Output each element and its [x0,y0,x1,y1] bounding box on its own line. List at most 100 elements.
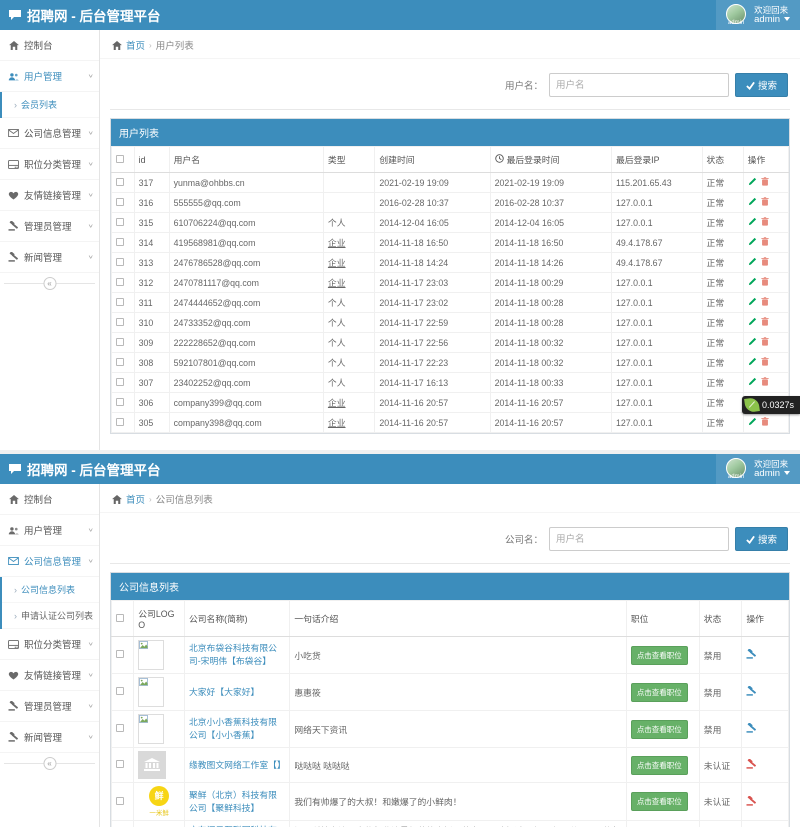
edit-pencil-icon[interactable] [748,297,757,308]
username-cell: 24733352@qq.com [169,313,323,333]
delete-trash-icon[interactable] [761,277,769,288]
gavel-icon [8,221,19,231]
view-positions-button[interactable]: 点击查看职位 [631,792,688,811]
row-checkbox[interactable] [116,650,124,658]
type-value[interactable]: 企业 [328,398,346,408]
sidebar-item-4[interactable]: 友情链接管理˅ [0,180,99,211]
edit-pencil-icon[interactable] [748,257,757,268]
sidebar-item-2[interactable]: 公司信息管理˅ [0,546,99,577]
gavel-icon[interactable] [746,688,757,698]
sidebar-item-3[interactable]: 职位分类管理˅ [0,629,99,660]
sidebar-item-4[interactable]: 友情链接管理˅ [0,660,99,691]
row-checkbox[interactable] [116,338,124,346]
check-icon [746,81,755,90]
delete-trash-icon[interactable] [761,317,769,328]
sidebar-item-2[interactable]: 公司信息管理˅ [0,118,99,149]
type-value[interactable]: 企业 [328,258,346,268]
edit-pencil-icon[interactable] [748,357,757,368]
delete-trash-icon[interactable] [761,377,769,388]
edit-pencil-icon[interactable] [748,217,757,228]
row-checkbox[interactable] [116,278,124,286]
sidebar-item-0[interactable]: 控制台 [0,484,99,515]
row-checkbox[interactable] [116,298,124,306]
user-menu[interactable]: admin 欢迎回来 admin [716,454,800,484]
row-checkbox[interactable] [116,418,124,426]
search-input[interactable] [549,73,729,97]
row-checkbox[interactable] [116,358,124,366]
view-positions-button[interactable]: 点击查看职位 [631,683,688,702]
edit-pencil-icon[interactable] [748,277,757,288]
row-checkbox[interactable] [116,198,124,206]
gavel-icon[interactable] [746,651,757,661]
sidebar-item-6[interactable]: 新闻管理˅ [0,722,99,753]
search-input[interactable] [549,527,729,551]
view-positions-button[interactable]: 点击查看职位 [631,720,688,739]
edit-pencil-icon[interactable] [748,417,757,428]
type-value[interactable]: 企业 [328,278,346,288]
row-checkbox[interactable] [116,797,124,805]
breadcrumb-home-link[interactable]: 首页 [126,38,145,52]
sidebar-item-1[interactable]: 用户管理˅ [0,61,99,92]
delete-trash-icon[interactable] [761,357,769,368]
row-checkbox[interactable] [116,258,124,266]
company-name-link[interactable]: 北京小小香蕉科技有限公司【小小香蕉】 [189,717,277,740]
delete-trash-icon[interactable] [761,337,769,348]
sidebar-subitem[interactable]: 会员列表 [2,92,99,118]
company-name-link[interactable]: 缘教图文网络工作室【】 [189,760,286,770]
sidebar-collapse-divider: « [4,763,95,764]
delete-trash-icon[interactable] [761,257,769,268]
delete-trash-icon[interactable] [761,297,769,308]
gavel-icon[interactable] [746,798,757,808]
edit-pencil-icon[interactable] [748,377,757,388]
delete-trash-icon[interactable] [761,217,769,228]
row-checkbox[interactable] [116,378,124,386]
gavel-icon[interactable] [746,761,757,771]
select-all-checkbox[interactable] [116,155,124,163]
breadcrumb-current: 用户列表 [156,38,194,52]
delete-trash-icon[interactable] [761,197,769,208]
view-positions-button[interactable]: 点击查看职位 [631,646,688,665]
sidebar-item-6[interactable]: 新闻管理˅ [0,242,99,273]
company-name-link[interactable]: 北京布袋谷科技有限公司-宋明伟【布袋谷】 [189,643,277,666]
row-checkbox[interactable] [116,760,124,768]
user-menu[interactable]: admin 欢迎回来 admin [716,0,800,30]
brand[interactable]: 招聘网 - 后台管理平台 [0,5,161,25]
search-button[interactable]: 搜索 [735,527,788,551]
company-name-link[interactable]: 聚鲜（北京）科技有限公司【聚鲜科技】 [189,790,277,813]
edit-pencil-icon[interactable] [748,337,757,348]
type-value[interactable]: 企业 [328,238,346,248]
sidebar-item-5[interactable]: 管理员管理˅ [0,211,99,242]
row-checkbox[interactable] [116,724,124,732]
sidebar-collapse-button[interactable]: « [43,757,56,770]
search-button[interactable]: 搜索 [735,73,788,97]
sidebar-item-3[interactable]: 职位分类管理˅ [0,149,99,180]
brand[interactable]: 招聘网 - 后台管理平台 [0,459,161,479]
row-checkbox[interactable] [116,218,124,226]
edit-pencil-icon[interactable] [748,317,757,328]
row-checkbox[interactable] [116,687,124,695]
type-value[interactable]: 企业 [328,418,346,428]
delete-trash-icon[interactable] [761,177,769,188]
row-checkbox[interactable] [116,178,124,186]
row-checkbox[interactable] [116,238,124,246]
sidebar-collapse-button[interactable]: « [43,277,56,290]
bank-icon [138,751,166,779]
edit-pencil-icon[interactable] [748,197,757,208]
row-checkbox[interactable] [116,318,124,326]
sidebar-item-1[interactable]: 用户管理˅ [0,515,99,546]
sidebar-item-5[interactable]: 管理员管理˅ [0,691,99,722]
gavel-icon[interactable] [746,725,757,735]
company-name-link[interactable]: 大家好【大家好】 [189,687,259,697]
sidebar-item-0[interactable]: 控制台 [0,30,99,61]
select-all-checkbox[interactable] [116,614,124,622]
page-load-time-badge[interactable]: 0.0327s [742,396,800,414]
sidebar-subitem[interactable]: 申请认证公司列表 [2,603,99,629]
edit-pencil-icon[interactable] [748,237,757,248]
sidebar-subitem[interactable]: 公司信息列表 [2,577,99,603]
delete-trash-icon[interactable] [761,237,769,248]
row-checkbox[interactable] [116,398,124,406]
view-positions-button[interactable]: 点击查看职位 [631,756,688,775]
delete-trash-icon[interactable] [761,417,769,428]
edit-pencil-icon[interactable] [748,177,757,188]
breadcrumb-home-link[interactable]: 首页 [126,492,145,506]
